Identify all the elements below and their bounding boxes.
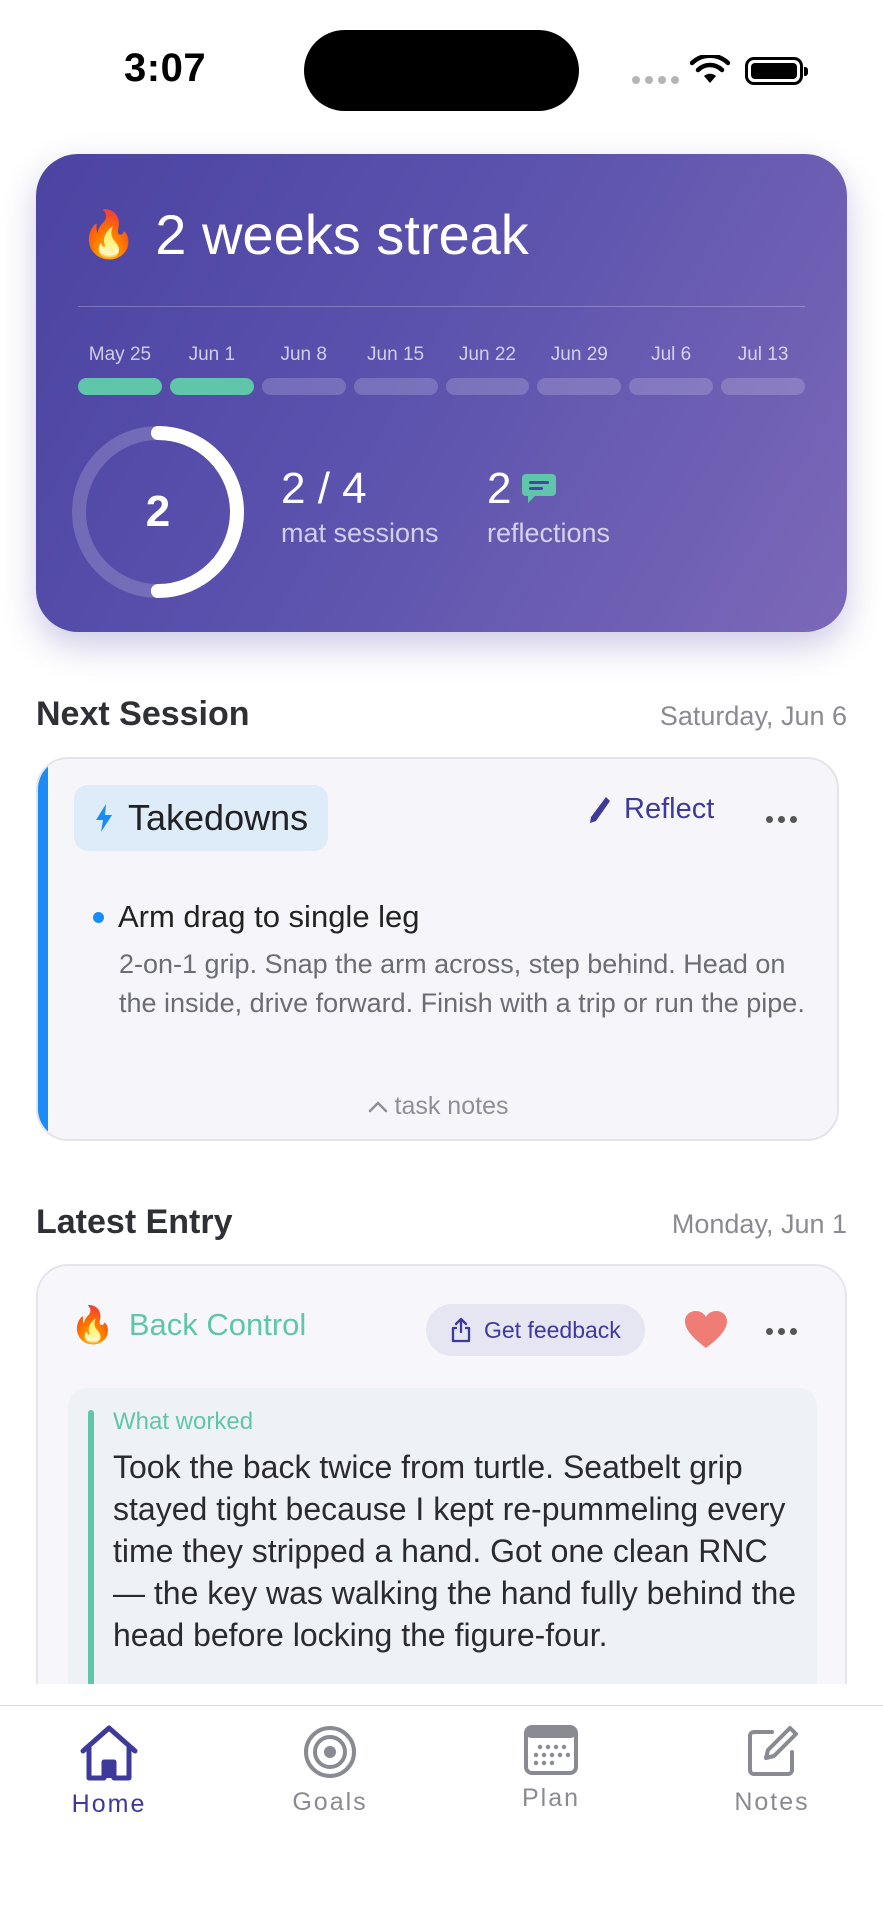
home-icon: [80, 1725, 138, 1781]
latest-entry-card[interactable]: 🔥 Back Control Get feedback What worked …: [36, 1264, 847, 1684]
reflect-button[interactable]: Reflect: [588, 793, 714, 826]
week-item: Jun 29: [537, 344, 622, 395]
sessions-value: 2 / 4: [281, 464, 367, 513]
share-icon: [451, 1317, 471, 1343]
chat-bubble-icon: [522, 474, 557, 503]
week-label: May 25: [88, 344, 152, 365]
pencil-icon: [590, 796, 610, 823]
week-item: May 25: [78, 344, 162, 395]
tab-home[interactable]: Home: [29, 1724, 189, 1819]
cellular-signal-icon: [632, 76, 679, 84]
week-progress-bar: [445, 378, 530, 395]
week-label: Jun 1: [188, 344, 236, 365]
target-icon: [304, 1726, 356, 1778]
next-session-card[interactable]: Takedowns Reflect Arm drag to single leg…: [36, 757, 839, 1141]
task-notes-label: task notes: [394, 1092, 509, 1120]
week-progress-bar: [78, 378, 162, 395]
what-worked-label: What worked: [113, 1408, 254, 1435]
session-tag[interactable]: Takedowns: [74, 785, 329, 851]
next-session-heading: Next Session: [36, 695, 250, 733]
entry-name: Back Control: [128, 1307, 307, 1342]
tab-goals-label: Goals: [292, 1788, 368, 1816]
week-progress-bar: [629, 378, 714, 395]
tab-goals[interactable]: Goals: [250, 1724, 410, 1817]
what-worked-section: What worked Took the back twice from tur…: [68, 1388, 817, 1684]
compose-icon: [748, 1726, 798, 1776]
week-label: Jun 8: [280, 344, 327, 365]
weeks-timeline: May 25 Jun 1 Jun 8 Jun 15 Jun 22 Jun 29 Jul 6 J…: [78, 344, 805, 395]
week-label: Jul 13: [737, 344, 789, 365]
latest-entry-date: Monday, Jun 1: [671, 1209, 847, 1239]
week-item: Jul 6: [629, 344, 714, 395]
task-item[interactable]: Arm drag to single leg 2-on-1 grip. Snap…: [93, 899, 813, 1023]
bullet-icon: [93, 911, 104, 923]
get-feedback-button[interactable]: Get feedback: [426, 1304, 645, 1356]
week-item: Jun 1: [169, 344, 254, 395]
dynamic-island: [304, 30, 579, 111]
get-feedback-label: Get feedback: [484, 1316, 621, 1343]
wifi-icon: [690, 55, 730, 83]
calendar-icon: [524, 1725, 578, 1775]
task-title: Arm drag to single leg: [118, 899, 420, 934]
reflections-stat: 2 reflections: [487, 464, 610, 549]
week-item: Jun 8: [261, 344, 346, 395]
next-session-date: Saturday, Jun 6: [659, 701, 847, 731]
latest-entry-heading: Latest Entry: [36, 1203, 233, 1241]
week-label: Jun 29: [550, 344, 608, 365]
chevron-up-icon: [368, 1101, 387, 1113]
latest-entry-header: Latest Entry Monday, Jun 1: [36, 1203, 847, 1242]
status-time: 3:07: [124, 46, 207, 90]
week-progress-bar: [353, 378, 438, 395]
status-bar: 3:07: [0, 0, 883, 140]
streak-title-text: 2 weeks streak: [155, 203, 529, 266]
week-progress-bar: [721, 378, 805, 395]
next-session-header: Next Session Saturday, Jun 6: [36, 695, 847, 734]
week-label: Jul 6: [651, 344, 692, 365]
task-notes-toggle[interactable]: task notes: [38, 1092, 837, 1121]
tab-bar: Home Goals Plan Notes: [0, 1705, 883, 1920]
session-more-icon[interactable]: [766, 816, 797, 823]
week-item: Jul 13: [721, 344, 805, 395]
reflections-value: 2: [487, 464, 512, 513]
divider: [78, 306, 805, 307]
flame-icon: 🔥: [80, 208, 138, 260]
week-item: Jun 22: [445, 344, 530, 395]
entry-more-icon[interactable]: [766, 1328, 797, 1335]
reflect-label: Reflect: [624, 793, 715, 825]
flame-icon: 🔥: [70, 1304, 115, 1345]
session-tag-label: Takedowns: [128, 797, 309, 838]
sessions-label: mat sessions: [281, 518, 439, 548]
session-accent-bar: [38, 759, 48, 1139]
battery-icon: [745, 57, 808, 85]
heart-icon[interactable]: [684, 1310, 728, 1350]
tab-plan[interactable]: Plan: [471, 1724, 631, 1813]
tab-plan-label: Plan: [521, 1784, 581, 1812]
what-worked-text: Took the back twice from turtle. Seatbel…: [113, 1449, 797, 1653]
streak-card[interactable]: 🔥 2 weeks streak May 25 Jun 1 Jun 8 Jun 15 J…: [36, 154, 847, 632]
week-progress-bar: [537, 378, 622, 395]
week-label: Jun 22: [458, 344, 516, 365]
what-worked-accent: [88, 1410, 94, 1684]
sessions-stat: 2 / 4 mat sessions: [281, 464, 439, 549]
week-label: Jun 15: [367, 344, 425, 365]
streak-title: 🔥 2 weeks streak: [80, 202, 529, 267]
week-progress-bar: [169, 378, 254, 395]
progress-ring-value: 2: [145, 487, 171, 536]
week-item: Jun 15: [353, 344, 438, 395]
tab-notes[interactable]: Notes: [692, 1724, 852, 1817]
entry-title-row: 🔥 Back Control: [70, 1304, 306, 1346]
task-description: 2-on-1 grip. Snap the arm across, step b…: [119, 949, 805, 1018]
tab-notes-label: Notes: [734, 1788, 810, 1816]
tab-home-label: Home: [71, 1790, 147, 1818]
reflections-label: reflections: [487, 518, 611, 548]
bolt-icon: [96, 804, 112, 832]
week-progress-bar: [261, 378, 346, 395]
